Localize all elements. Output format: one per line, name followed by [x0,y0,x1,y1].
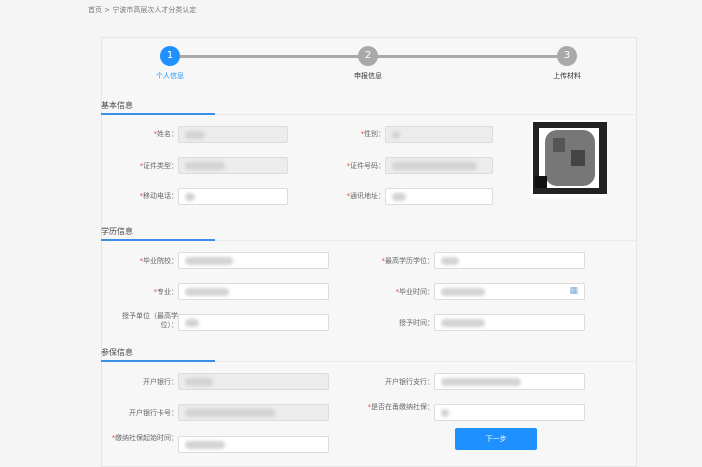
address-label: *通讯地址： [346,192,386,200]
school-label: *毕业院校： [139,257,179,265]
step-2-label: 申报信息 [354,72,382,80]
qr-code-image [531,120,607,198]
divider [215,240,637,241]
calendar-icon[interactable]: ▦ [569,286,578,296]
degree-input[interactable] [434,252,585,269]
gender-label: *性别： [360,130,386,138]
id-type-label: *证件类型： [139,162,179,170]
bank-card-input[interactable] [178,404,329,421]
grant-unit-label: 授予单位（最高学位）： [122,312,178,329]
id-type-input[interactable] [178,157,288,174]
major-label: *专业： [153,288,179,296]
name-input[interactable] [178,126,288,143]
ningbo-insured-label: *是否在甬缴纳社保： [367,403,435,411]
breadcrumb-separator: > [104,6,111,14]
step-1-circle: 1 [160,46,180,66]
bank-branch-label: 开户银行支行： [385,378,434,386]
step-1-label: 个人信息 [156,72,184,80]
bank-card-label: 开户银行卡号： [129,409,178,417]
school-input[interactable] [178,252,329,269]
step-connector [368,55,567,58]
bank-input[interactable] [178,373,329,390]
major-input[interactable] [178,283,329,300]
next-step-button[interactable]: 下一步 [455,428,537,450]
step-connector [170,55,368,58]
insure-start-input[interactable] [178,436,329,453]
id-number-label: *证件号码： [346,162,386,170]
id-number-input[interactable] [385,157,493,174]
step-3-circle: 3 [557,46,577,66]
bank-label: 开户银行： [143,378,178,386]
breadcrumb-current: 宁波市高层次人才分类认定 [112,6,197,14]
section-insurance-title: 参保信息 [101,348,133,357]
breadcrumb-home[interactable]: 首页 [88,6,102,14]
grad-time-label: *毕业时间： [395,288,435,296]
grant-time-label: 授予时间： [399,319,434,327]
bank-branch-input[interactable] [434,373,585,390]
address-input[interactable] [385,188,493,205]
section-underline [101,360,215,362]
breadcrumb: 首页 > 宁波市高层次人才分类认定 [88,5,196,15]
divider [215,114,637,115]
mobile-label: *移动电话： [139,192,179,200]
step-3-label: 上传材料 [553,72,581,80]
ningbo-insured-input[interactable] [434,404,585,421]
section-education-title: 学历信息 [101,227,133,236]
divider [215,361,637,362]
section-basic-title: 基本信息 [101,101,133,110]
mobile-input[interactable] [178,188,288,205]
insure-start-label: *缴纳社保起始时间： [111,434,179,442]
name-label: *姓名： [153,130,179,138]
section-underline [101,113,215,115]
grant-unit-input[interactable] [178,314,329,331]
step-2-circle: 2 [358,46,378,66]
section-underline [101,239,215,241]
degree-label: *最高学历学位： [381,257,435,265]
gender-input[interactable] [385,126,493,143]
grant-time-input[interactable] [434,314,585,331]
grad-time-input[interactable]: ▦ [434,283,585,300]
